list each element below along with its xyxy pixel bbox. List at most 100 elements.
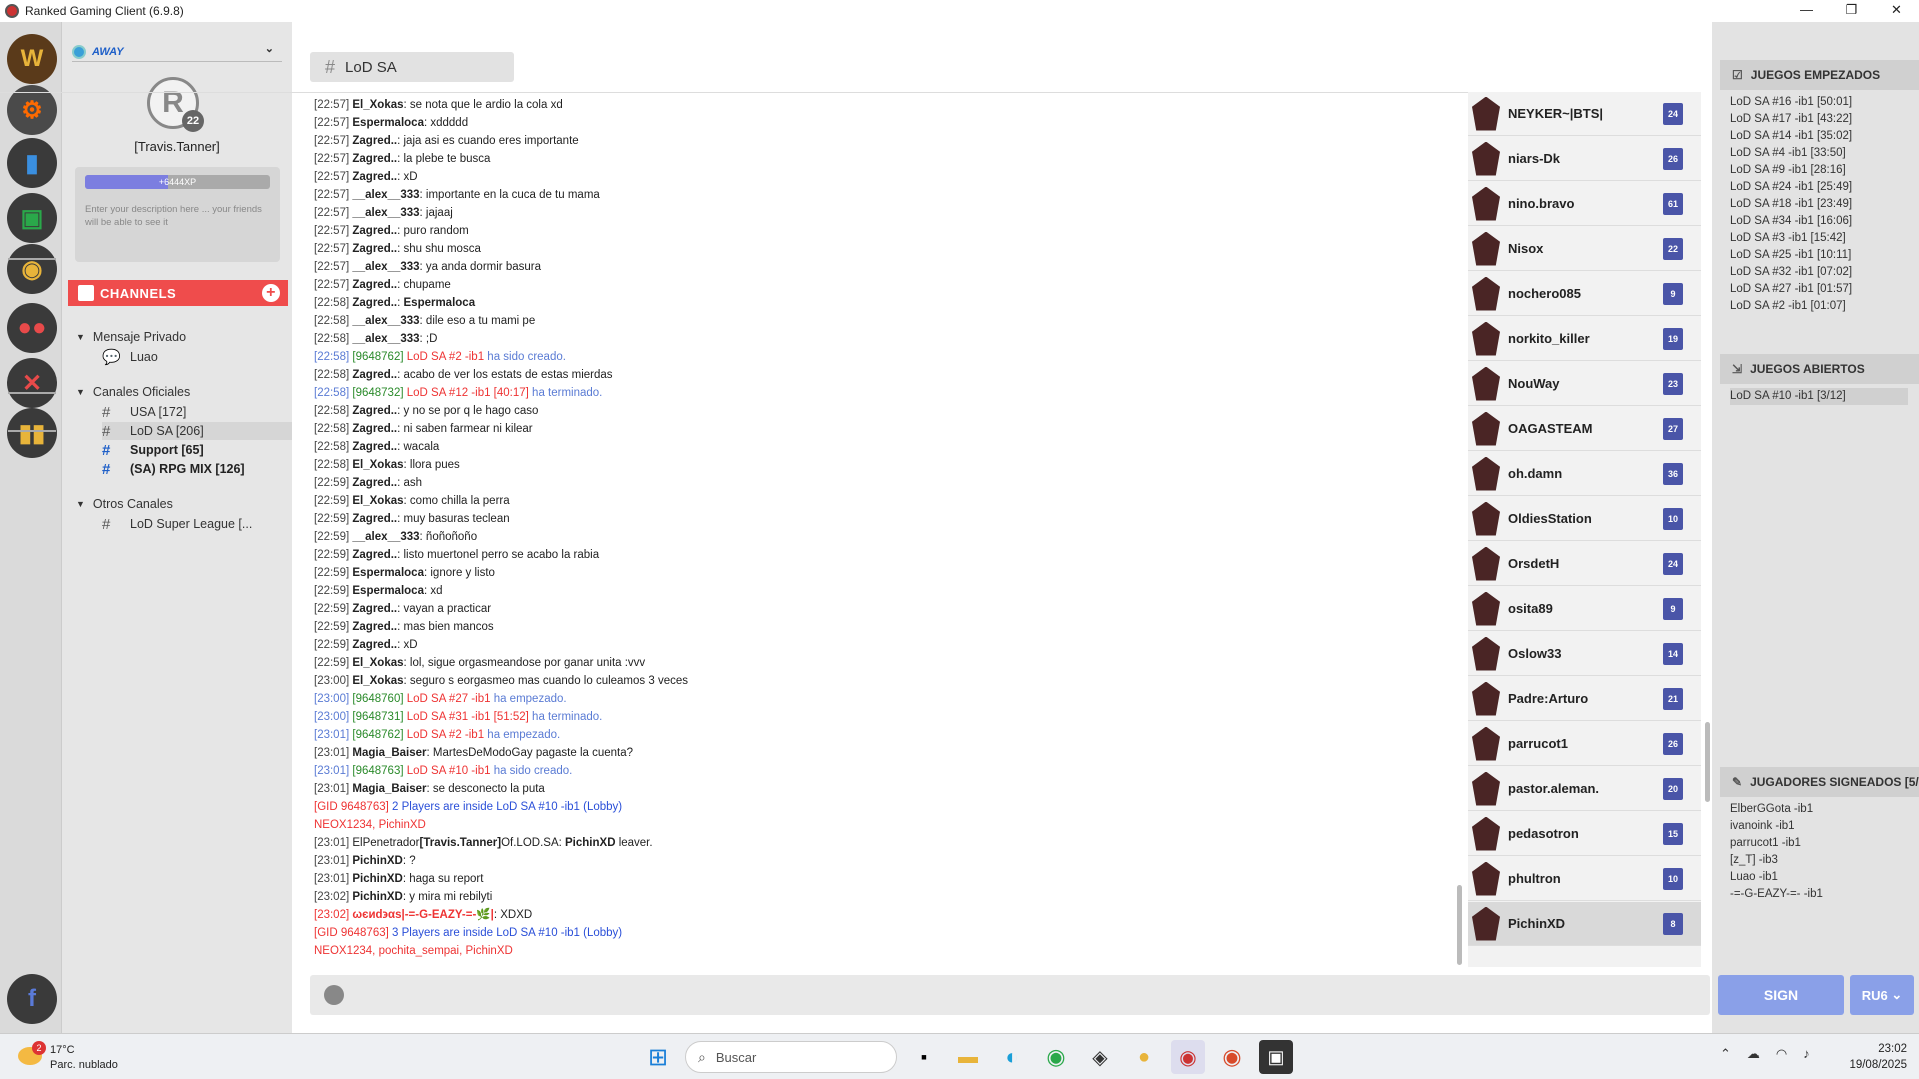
message-user[interactable]: Magia_Baiser xyxy=(352,747,426,759)
signed-player-item[interactable]: ivanoink -ib1 xyxy=(1730,818,1919,835)
players-scrollbar[interactable] xyxy=(1705,722,1710,802)
maximize-button[interactable]: ❐ xyxy=(1829,0,1874,22)
signed-player-item[interactable]: -=-G-EAZY-=- -ib1 xyxy=(1730,886,1919,903)
description-input[interactable]: Enter your description here ... your fri… xyxy=(85,203,270,229)
channel-item[interactable]: 💬 Luao xyxy=(102,348,282,366)
channel-item[interactable]: # USA [172] xyxy=(102,403,282,421)
taskbar-search[interactable]: ⌕ Buscar xyxy=(685,1041,897,1073)
started-game-item[interactable]: LoD SA #9 -ib1 [28:16] xyxy=(1730,162,1919,179)
player-row[interactable]: nino.bravo 61 xyxy=(1468,182,1701,226)
lobby-game-link[interactable]: LoD SA #10 -ib1 (Lobby) xyxy=(496,927,622,939)
message-input[interactable] xyxy=(310,975,1710,1015)
player-row[interactable]: NEYKER~|BTS| 24 xyxy=(1468,92,1701,136)
started-game-item[interactable]: LoD SA #34 -ib1 [16:06] xyxy=(1730,213,1919,230)
signed-player-item[interactable]: [z_T] -ib3 xyxy=(1730,852,1919,869)
message-user[interactable]: Zagred.. xyxy=(352,603,397,615)
player-row[interactable]: NouWay 23 xyxy=(1468,362,1701,406)
windows-start-icon[interactable]: ⊞ xyxy=(641,1040,675,1074)
game-name[interactable]: LoD SA #12 -ib1 [40:17] xyxy=(407,387,532,399)
player-row[interactable]: pedasotron 15 xyxy=(1468,812,1701,856)
channel-item[interactable]: # (SA) RPG MIX [126] xyxy=(102,460,282,478)
message-user[interactable]: Espermaloca xyxy=(352,117,424,129)
warcraft-game-icon[interactable]: ▣ xyxy=(1259,1040,1293,1074)
message-user[interactable]: Zagred.. xyxy=(352,549,397,561)
warcraft-logo-icon[interactable]: W xyxy=(7,34,57,84)
game-name[interactable]: LoD SA #27 -ib1 xyxy=(407,693,494,705)
game-name[interactable]: LoD SA #2 -ib1 xyxy=(407,351,488,363)
message-user[interactable]: __alex__333 xyxy=(352,189,419,201)
emoji-icon[interactable] xyxy=(324,985,344,1005)
player-row[interactable]: Oslow33 14 xyxy=(1468,632,1701,676)
message-user[interactable]: __alex__333 xyxy=(352,531,419,543)
open-game-item[interactable]: LoD SA #10 -ib1 [3/12] xyxy=(1730,388,1908,405)
collapse-triangle-icon[interactable]: ▼ xyxy=(76,332,85,342)
sign-button[interactable]: SIGN xyxy=(1718,975,1844,1015)
message-user[interactable]: Magia_Baiser xyxy=(352,783,426,795)
lobby-game-link[interactable]: LoD SA #10 -ib1 (Lobby) xyxy=(496,801,622,813)
game-name[interactable]: LoD SA #31 -ib1 [51:52] xyxy=(407,711,532,723)
volume-icon[interactable]: ♪ xyxy=(1803,1046,1810,1062)
message-user[interactable]: El_Xokas xyxy=(352,495,403,507)
message-user[interactable]: PichinXD xyxy=(352,891,402,903)
player-row[interactable]: OAGASTEAM 27 xyxy=(1468,407,1701,451)
player-row[interactable]: niars-Dk 26 xyxy=(1468,137,1701,181)
message-user[interactable]: Zagred.. xyxy=(352,621,397,633)
game-name[interactable]: LoD SA #2 -ib1 xyxy=(407,729,488,741)
signed-player-item[interactable]: Luao -ib1 xyxy=(1730,869,1919,886)
wifi-icon[interactable]: ◠ xyxy=(1776,1046,1787,1062)
message-user[interactable]: Zagred.. xyxy=(352,369,397,381)
game-name[interactable]: LoD SA #10 -ib1 xyxy=(407,765,494,777)
message-user[interactable]: Zagred.. xyxy=(352,405,397,417)
started-game-item[interactable]: LoD SA #18 -ib1 [23:49] xyxy=(1730,196,1919,213)
started-game-item[interactable]: LoD SA #4 -ib1 [33:50] xyxy=(1730,145,1919,162)
collapse-triangle-icon[interactable]: ▼ xyxy=(76,387,85,397)
message-user[interactable]: Zagred.. xyxy=(352,135,397,147)
message-user[interactable]: PichinXD xyxy=(352,855,402,867)
avatar[interactable]: R 22 xyxy=(147,77,204,132)
crossed-swords-icon[interactable]: ✕ xyxy=(7,358,57,408)
weather-widget[interactable]: 2 17°C Parc. nublado xyxy=(18,1041,118,1073)
channel-item[interactable]: # Support [65] xyxy=(102,441,282,459)
started-game-item[interactable]: LoD SA #24 -ib1 [25:49] xyxy=(1730,179,1919,196)
message-user[interactable]: El_Xokas xyxy=(352,657,403,669)
edge-browser-icon[interactable]: ◐ xyxy=(995,1040,1029,1074)
player-row[interactable]: oh.damn 36 xyxy=(1468,452,1701,496)
task-view-icon[interactable]: ▪ xyxy=(907,1040,941,1074)
player-row[interactable]: osita89 9 xyxy=(1468,587,1701,631)
message-user[interactable]: __alex__333 xyxy=(352,207,419,219)
message-user[interactable]: El_Xokas xyxy=(352,675,403,687)
started-game-item[interactable]: LoD SA #27 -ib1 [01:57] xyxy=(1730,281,1919,298)
started-game-item[interactable]: LoD SA #2 -ib1 [01:07] xyxy=(1730,298,1919,315)
channel-group[interactable]: ▼ Canales Oficiales xyxy=(76,385,190,399)
status-selector[interactable]: AWAY ⌄ xyxy=(72,42,282,62)
player-row[interactable]: Padre:Arturo 21 xyxy=(1468,677,1701,721)
player-row[interactable]: Nisox 22 xyxy=(1468,227,1701,271)
message-user[interactable]: El_Xokas xyxy=(352,459,403,471)
message-user[interactable]: Zagred.. xyxy=(352,171,397,183)
message-user[interactable]: Zagred.. xyxy=(352,513,397,525)
message-user[interactable]: Zagred.. xyxy=(352,477,397,489)
player-row[interactable]: OldiesStation 10 xyxy=(1468,497,1701,541)
chrome-icon[interactable]: ◉ xyxy=(1039,1040,1073,1074)
started-game-item[interactable]: LoD SA #14 -ib1 [35:02] xyxy=(1730,128,1919,145)
player-row[interactable]: PichinXD 8 xyxy=(1468,902,1701,946)
message-user[interactable]: Zagred.. xyxy=(352,279,397,291)
close-button[interactable]: ✕ xyxy=(1874,0,1919,22)
ranking-chart-icon[interactable]: ▮▮ xyxy=(7,408,57,458)
onedrive-icon[interactable]: ☁ xyxy=(1747,1046,1760,1062)
channel-group[interactable]: ▼ Otros Canales xyxy=(76,497,173,511)
message-user[interactable]: __alex__333 xyxy=(352,315,419,327)
message-user[interactable]: Zagred.. xyxy=(352,243,397,255)
message-user[interactable]: Zagred.. xyxy=(352,225,397,237)
player-row[interactable]: pastor.aleman. 20 xyxy=(1468,767,1701,811)
channel-item[interactable]: # LoD SA [206] xyxy=(102,422,294,440)
chevron-down-icon[interactable]: ⌄ xyxy=(265,42,274,55)
console-icon[interactable]: ▣ xyxy=(7,193,57,243)
message-user[interactable]: Zagred.. xyxy=(352,441,397,453)
chat-scrollbar[interactable] xyxy=(1457,885,1462,965)
channel-item[interactable]: # LoD Super League [... xyxy=(102,515,282,533)
message-user[interactable]: Zagred.. xyxy=(352,297,397,309)
coins-icon[interactable]: ◉ xyxy=(7,244,57,294)
message-user[interactable]: __alex__333 xyxy=(352,333,419,345)
player-row[interactable]: norkito_killer 19 xyxy=(1468,317,1701,361)
